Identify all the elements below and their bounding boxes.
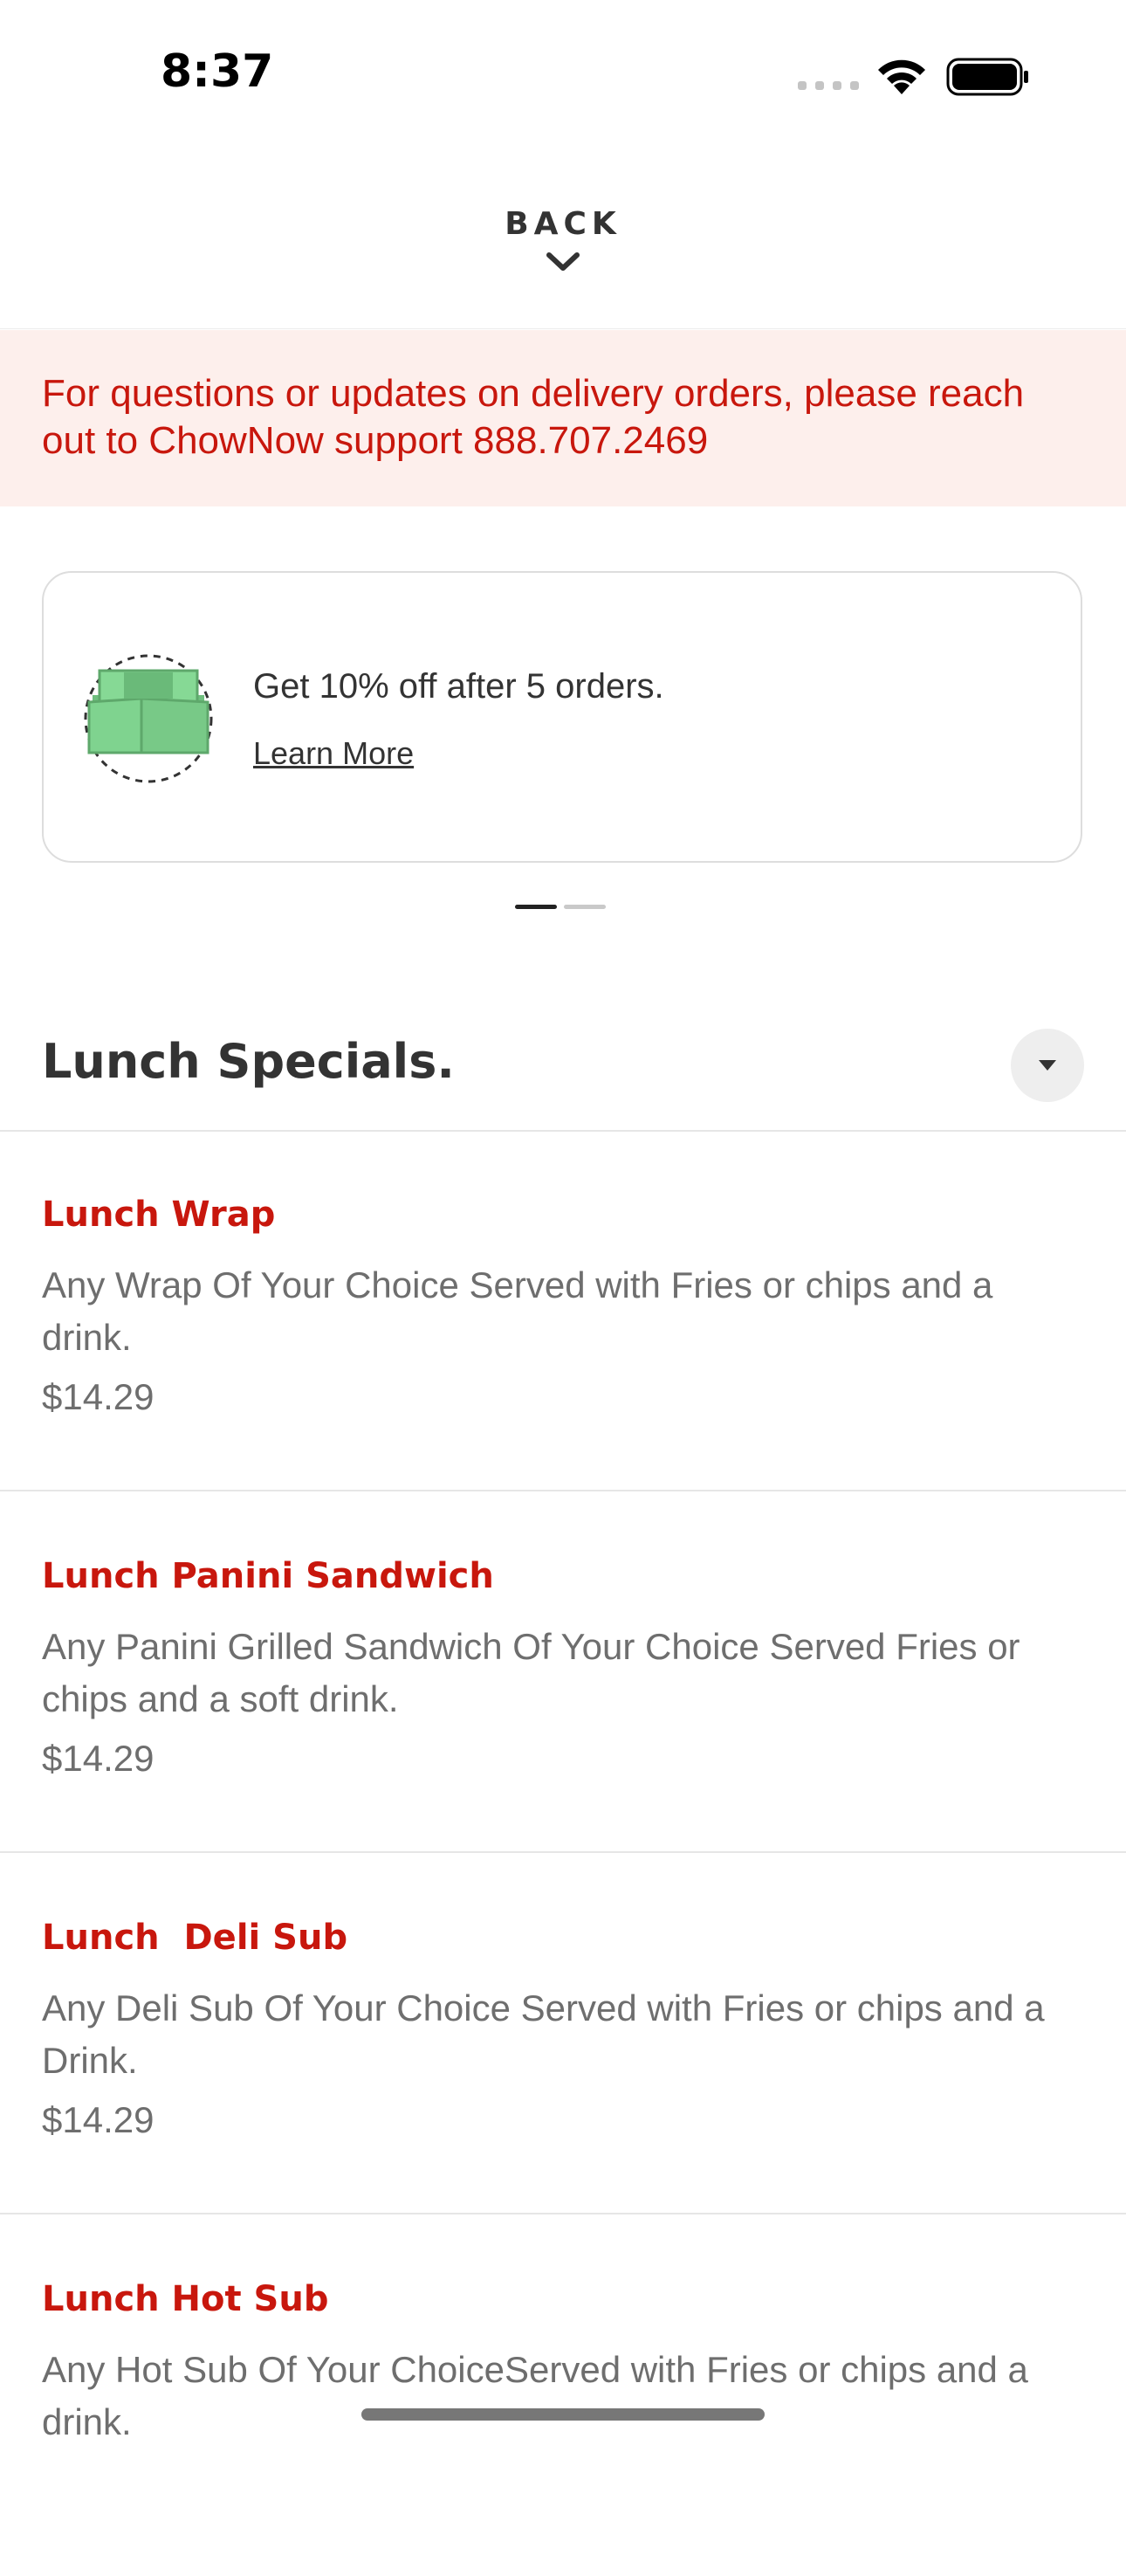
back-button[interactable]: BACK	[0, 206, 1126, 273]
menu-item[interactable]: Lunch Deli Sub Any Deli Sub Of Your Choi…	[0, 1855, 1126, 2214]
item-name: Lunch Deli Sub	[42, 1918, 348, 1958]
delivery-notice-banner: For questions or updates on delivery ord…	[0, 330, 1126, 506]
item-description: Any Hot Sub Of Your ChoiceServed with Fr…	[42, 2349, 1028, 2442]
menu-item[interactable]: Lunch Wrap Any Wrap Of Your Choice Serve…	[0, 1132, 1126, 1491]
notice-text: For questions or updates on delivery ord…	[42, 372, 1025, 462]
item-price: $14.29	[42, 2099, 154, 2140]
item-name: Lunch Hot Sub	[42, 2279, 329, 2319]
item-price: $14.29	[42, 1376, 154, 1417]
menu-item[interactable]: Lunch Hot Sub Any Hot Sub Of Your Choice…	[0, 2216, 1126, 2576]
item-name: Lunch Panini Sandwich	[42, 1556, 494, 1596]
battery-icon	[946, 58, 1028, 96]
item-name: Lunch Wrap	[42, 1195, 276, 1235]
chevron-down-icon	[546, 252, 580, 271]
header-divider	[0, 328, 1126, 329]
section-collapse-button[interactable]	[1011, 1029, 1084, 1102]
item-description: Any Wrap Of Your Choice Served with Frie…	[42, 1264, 993, 1358]
status-bar: 8:37	[0, 0, 1126, 148]
wifi-icon	[878, 59, 925, 94]
loyalty-promo-card[interactable]: Get 10% off after 5 orders. Learn More	[42, 571, 1082, 863]
learn-more-link[interactable]: Learn More	[253, 735, 414, 772]
status-time: 8:37	[161, 45, 274, 98]
cellular-signal-icon	[798, 81, 859, 90]
carousel-dot-active[interactable]	[515, 905, 557, 909]
carousel-pagination	[515, 905, 606, 909]
promo-title: Get 10% off after 5 orders.	[253, 667, 664, 706]
carousel-dot[interactable]	[564, 905, 606, 909]
item-description: Any Deli Sub Of Your Choice Served with …	[42, 1987, 1045, 2081]
menu-item[interactable]: Lunch Panini Sandwich Any Panini Grilled…	[0, 1493, 1126, 1853]
gift-box-icon	[84, 654, 213, 783]
item-description: Any Panini Grilled Sandwich Of Your Choi…	[42, 1626, 1020, 1719]
back-label: BACK	[505, 206, 621, 242]
section-title: Lunch Specials.	[42, 1034, 455, 1089]
caret-down-icon	[1039, 1060, 1056, 1071]
home-indicator[interactable]	[361, 2408, 765, 2421]
item-price: $14.29	[42, 1738, 154, 1779]
